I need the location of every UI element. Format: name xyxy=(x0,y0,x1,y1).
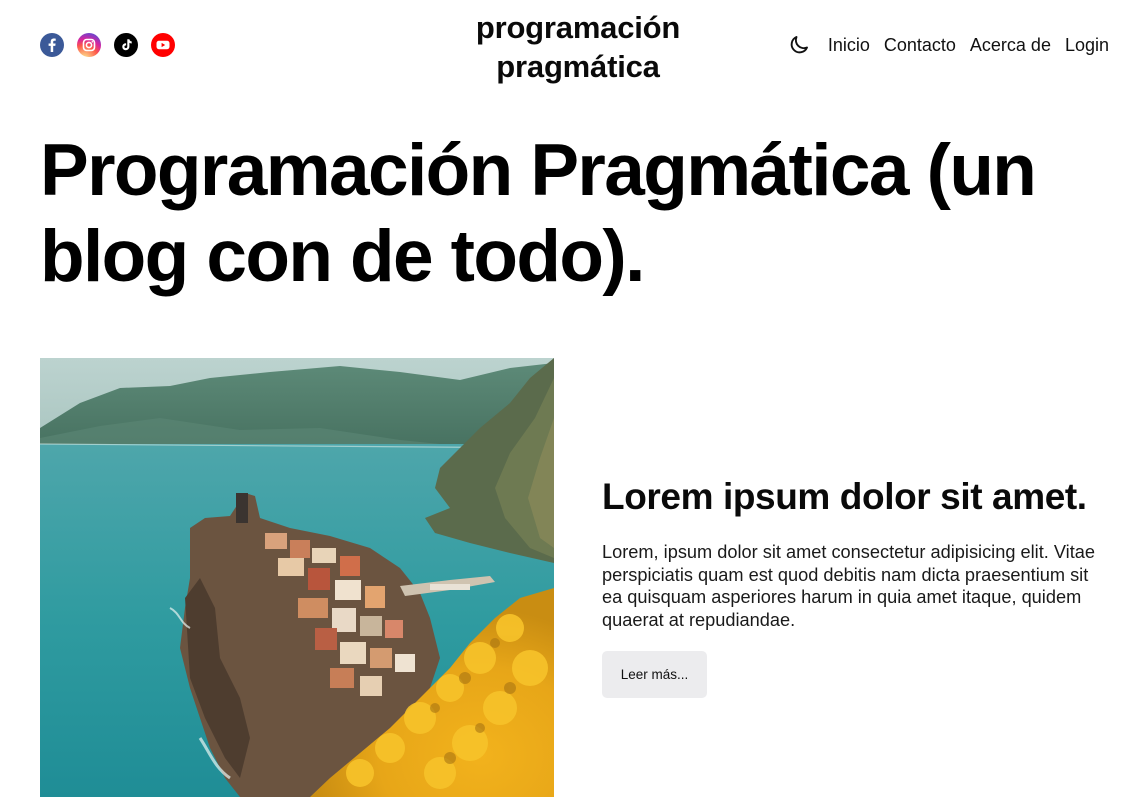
main-nav: Inicio Contacto Acerca de Login xyxy=(786,32,1109,58)
nav-link-login[interactable]: Login xyxy=(1065,35,1109,56)
read-more-button[interactable]: Leer más... xyxy=(602,651,707,698)
tiktok-icon[interactable] xyxy=(114,33,138,57)
moon-icon[interactable] xyxy=(786,32,812,58)
site-title-line-1: programación xyxy=(475,10,681,45)
site-header: programación pragmática Inicio Contacto … xyxy=(0,0,1145,92)
nav-link-inicio[interactable]: Inicio xyxy=(828,35,870,56)
site-title-line-2: pragmática xyxy=(496,49,660,84)
post-excerpt: Lorem, ipsum dolor sit amet consectetur … xyxy=(602,542,1095,630)
nav-link-contacto[interactable]: Contacto xyxy=(884,35,956,56)
social-links xyxy=(40,33,175,57)
post-image[interactable] xyxy=(40,358,554,797)
post-title[interactable]: Lorem ipsum dolor sit amet. xyxy=(602,472,1112,521)
nav-link-acerca-de[interactable]: Acerca de xyxy=(970,35,1051,56)
youtube-icon[interactable] xyxy=(151,33,175,57)
post-content: Lorem ipsum dolor sit amet. Lorem, ipsum… xyxy=(602,472,1112,698)
site-logo-title[interactable]: programación pragmática xyxy=(448,8,708,86)
page-title: Programación Pragmática (un blog con de … xyxy=(40,130,1037,297)
instagram-icon[interactable] xyxy=(77,33,101,57)
facebook-icon[interactable] xyxy=(40,33,64,57)
